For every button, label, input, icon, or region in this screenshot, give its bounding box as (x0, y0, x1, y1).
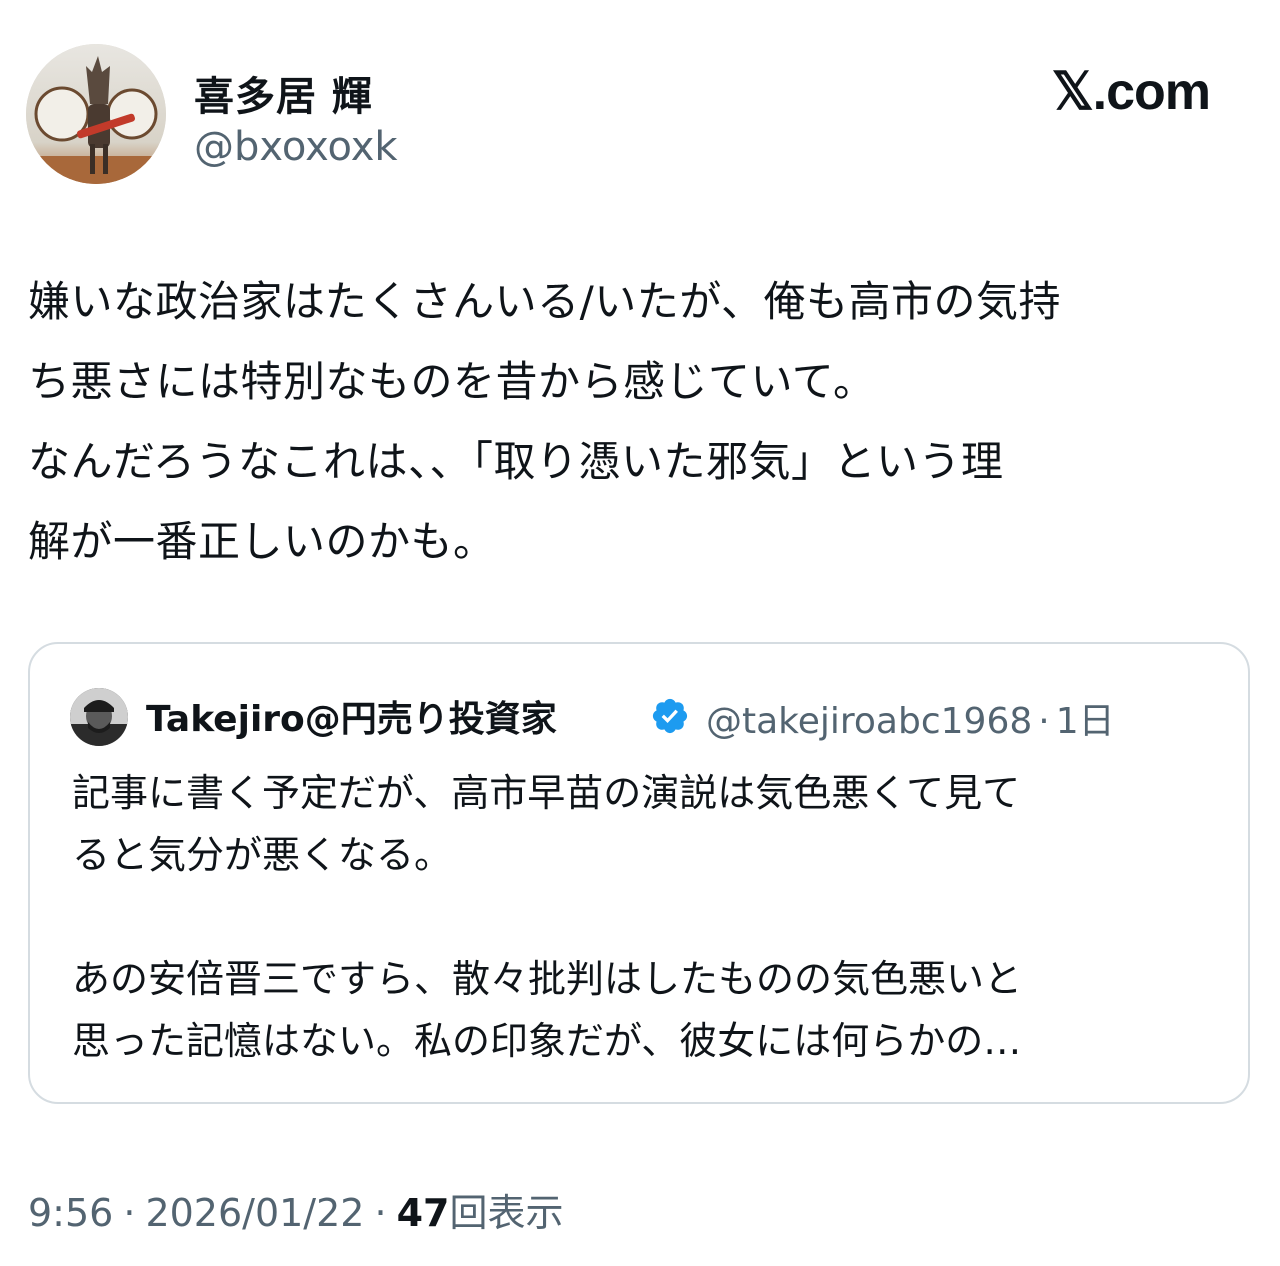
quoted-text-line: 思った記憶はない。私の印象だが、彼女には何らかの… (72, 1019, 1022, 1063)
tweet-text-line: 解が一番正しいのかも。 (28, 517, 496, 566)
x-logo: 𝕏.com (1051, 63, 1211, 121)
tweet-text: 嫌いな政治家はたくさんいる/いたが、俺も高市の気持 ち悪さには特別なものを昔から… (28, 262, 1252, 582)
quoted-tweet-header: Takejiro@円売り投資家 @takejiroabc1968 · 1日 (70, 686, 1220, 746)
tweet-header: 喜多居 輝 @bxoxoxk 𝕏.com (26, 44, 1254, 188)
tweet-time[interactable]: 9:56 (28, 1191, 113, 1235)
quoted-tweet-meta: @takejiroabc1968 · 1日 (706, 692, 1115, 744)
tweet-text-line: なんだろうなこれは、、「取り憑いた邪気」という理 (28, 437, 1004, 486)
quoted-text-line: 記事に書く予定だが、高市早苗の演説は気色悪くて見て (72, 771, 1021, 815)
footer-separator: · (123, 1191, 136, 1235)
avatar-image (26, 44, 166, 184)
meta-separator: · (1038, 701, 1050, 742)
quoted-tweet-time[interactable]: 1日 (1056, 701, 1115, 742)
verified-badge-icon (652, 698, 688, 734)
tweet-date[interactable]: 2026/01/22 (145, 1191, 364, 1235)
footer-separator: · (374, 1191, 387, 1235)
views-label: 回表示 (449, 1191, 564, 1235)
quoted-text-line: ると気分が悪くなる。 (72, 833, 453, 877)
quoted-tweet-text: 記事に書く予定だが、高市早苗の演説は気色悪くて見て ると気分が悪くなる。 あの安… (72, 762, 1222, 1072)
tweet-text-line: ち悪さには特別なものを昔から感じていて。 (28, 357, 876, 406)
quoted-author-handle[interactable]: @takejiroabc1968 (706, 701, 1032, 742)
author-handle[interactable]: @bxoxoxk (194, 124, 398, 170)
quoted-author-avatar[interactable] (70, 688, 128, 746)
tweet-text-line: 嫌いな政治家はたくさんいる/いたが、俺も高市の気持 (28, 277, 1061, 326)
tweet-footer: 9:56 · 2026/01/22 · 47回表示 (28, 1182, 563, 1237)
quoted-tweet-card[interactable]: Takejiro@円売り投資家 @takejiroabc1968 · 1日 記事に書… (28, 642, 1250, 1104)
views-count: 47 (396, 1191, 450, 1235)
author-name[interactable]: 喜多居 輝 (194, 64, 373, 122)
quoted-text-line: あの安倍晋三ですら、散々批判はしたものの気色悪いと (72, 957, 1023, 1001)
quoted-avatar-image (70, 688, 128, 746)
author-avatar[interactable] (26, 44, 166, 184)
quoted-author-name[interactable]: Takejiro@円売り投資家 (146, 690, 557, 742)
